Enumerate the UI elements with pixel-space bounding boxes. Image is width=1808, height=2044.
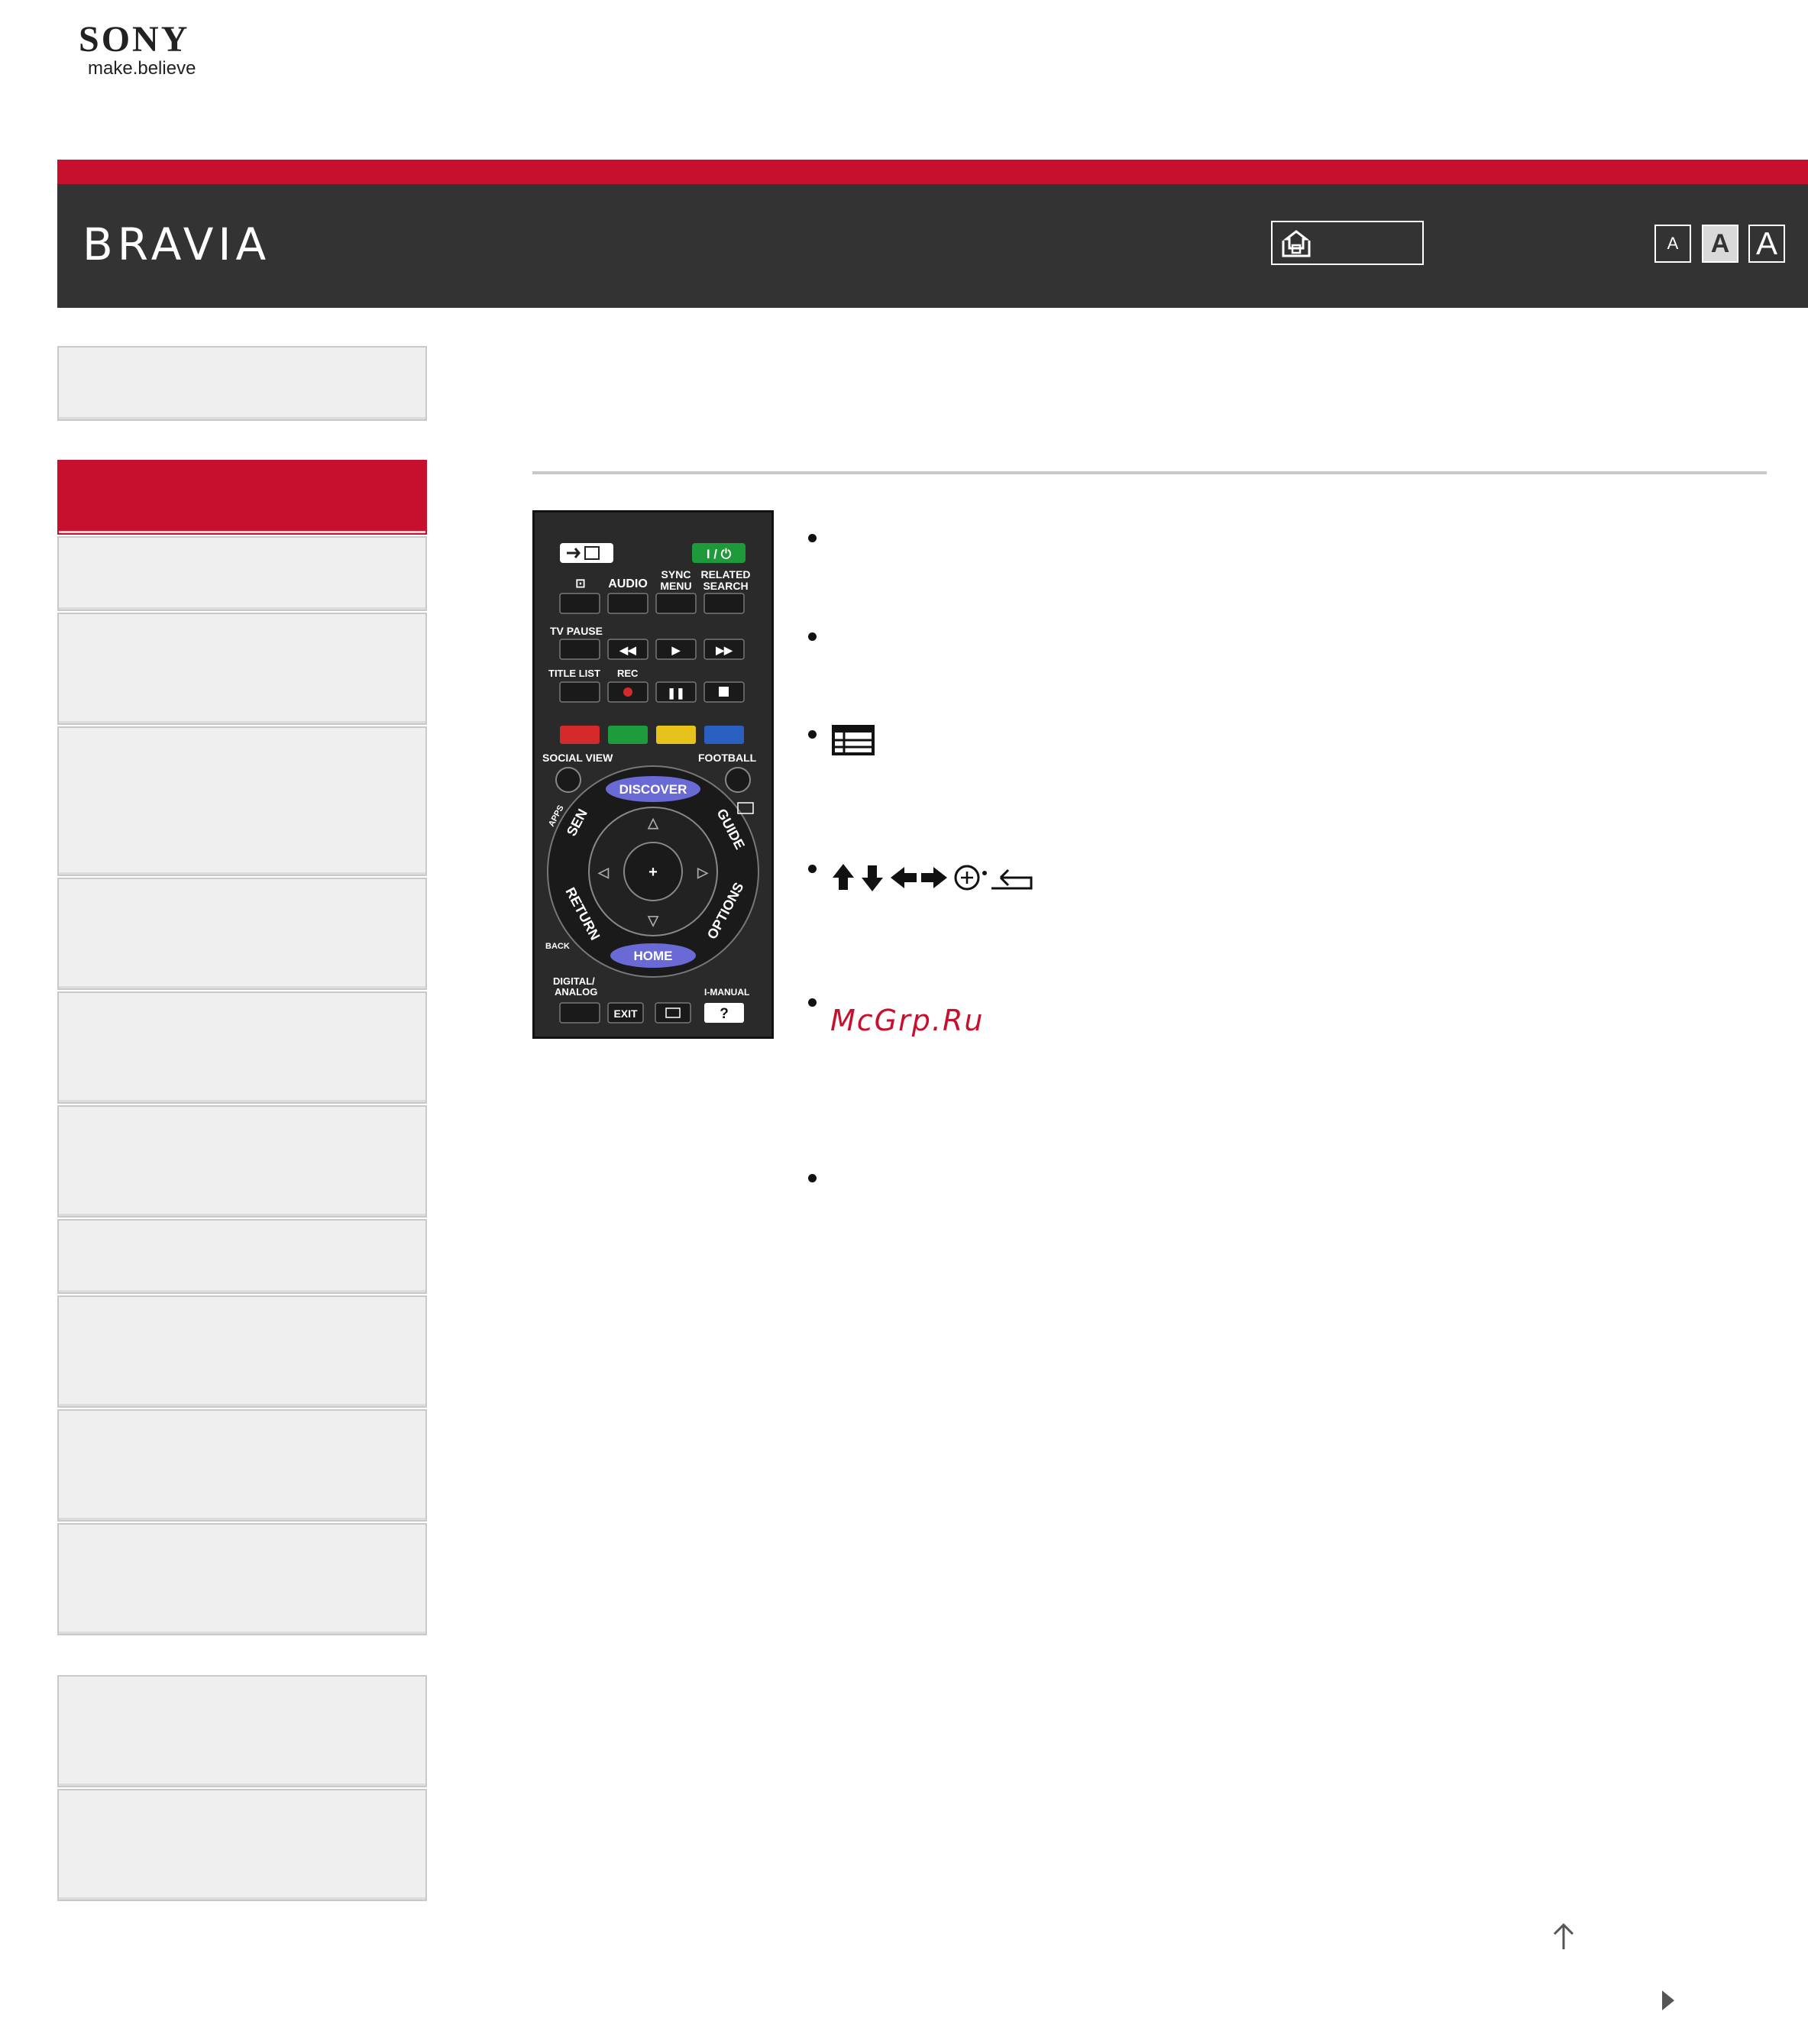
display-button[interactable] (655, 1002, 691, 1024)
header-accent-bar (57, 160, 1808, 184)
next-page-icon[interactable] (1659, 1989, 1677, 2012)
sidebar-item-11[interactable] (57, 1409, 427, 1522)
arrow-left-icon (891, 867, 917, 888)
label-digital: DIGITAL/ (553, 975, 595, 987)
arrow-up-icon (833, 864, 854, 890)
dpad-up-icon: △ (647, 815, 659, 830)
stop-icon (719, 687, 729, 697)
sidebar-item-7[interactable] (57, 991, 427, 1104)
enter-plus-icon (961, 872, 973, 884)
remote-control-illustration: I / ⏻ ⊡ AUDIO SYNC MENU RELATED SEARCH T… (532, 510, 774, 1039)
sidebar-item-9[interactable] (57, 1219, 427, 1294)
label-menu: MENU (660, 580, 691, 592)
blue-button[interactable] (704, 726, 744, 744)
back-to-top-icon[interactable] (1551, 1922, 1577, 1952)
header-bar (57, 184, 1808, 308)
label-discover: DISCOVER (619, 782, 687, 797)
sidebar-item-4[interactable] (57, 613, 427, 725)
label-back: BACK (545, 942, 570, 951)
return-icon (991, 868, 1033, 890)
bullet-6 (808, 1174, 817, 1182)
sidebar-item-13[interactable] (57, 1675, 427, 1787)
bullet-1 (808, 534, 817, 542)
print-share-button[interactable] (1271, 221, 1424, 265)
dpad-down-icon: ▽ (647, 913, 659, 928)
bullet-3 (808, 730, 817, 739)
dpad-right-icon: ▷ (697, 865, 709, 880)
pause-icon: ❚❚ (667, 687, 684, 700)
label-tv-pause: TV PAUSE (550, 625, 603, 637)
label-analog: ANALOG (555, 986, 597, 998)
label-search: SEARCH (703, 580, 748, 592)
label-help: ? (720, 1006, 729, 1022)
fast-forward-icon: ▶▶ (715, 644, 733, 656)
bullet-2 (808, 632, 817, 641)
sidebar-item-12[interactable] (57, 1523, 427, 1635)
font-size-large-button[interactable]: A (1748, 225, 1785, 263)
label-title-list: TITLE LIST (548, 668, 600, 679)
title-list-button[interactable] (559, 681, 600, 703)
label-i-manual: I-MANUAL (704, 987, 749, 998)
subtitle-icon: ⊡ (575, 577, 585, 590)
play-icon: ▶ (671, 644, 681, 656)
watermark-text: McGrp.Ru (830, 1004, 985, 1037)
dpad-left-icon: ◁ (597, 865, 610, 880)
football-button[interactable] (725, 767, 751, 793)
audio-button[interactable] (607, 593, 648, 614)
sync-menu-button[interactable] (655, 593, 697, 614)
label-audio: AUDIO (608, 577, 648, 590)
red-button[interactable] (560, 726, 600, 744)
logo-brand: SONY (79, 19, 190, 60)
yellow-button[interactable] (656, 726, 696, 744)
sidebar-item-10[interactable] (57, 1295, 427, 1408)
navigation-icons (833, 864, 1033, 891)
guide-list-icon (832, 725, 875, 755)
power-icon: I / ⏻ (707, 547, 732, 561)
related-search-button[interactable] (703, 593, 745, 614)
rewind-icon: ◀◀ (619, 644, 636, 656)
bullet-5 (808, 998, 817, 1007)
sidebar-item-14[interactable] (57, 1789, 427, 1901)
font-size-small-button[interactable]: A (1654, 225, 1691, 263)
green-button[interactable] (608, 726, 648, 744)
sidebar-item-2-active[interactable] (57, 460, 427, 535)
label-sync: SYNC (661, 568, 691, 581)
label-social-view: SOCIAL VIEW (542, 752, 613, 764)
arrow-down-icon (862, 865, 883, 891)
label-exit: EXIT (613, 1007, 638, 1020)
enter-icon: + (648, 864, 658, 881)
content-divider (532, 471, 1767, 474)
subtitle-button[interactable] (559, 593, 600, 614)
label-football: FOOTBALL (698, 752, 757, 764)
sidebar-item-5[interactable] (57, 726, 427, 876)
label-rec: REC (617, 668, 639, 679)
digital-analog-button[interactable] (559, 1002, 600, 1024)
social-view-button[interactable] (555, 767, 581, 793)
sidebar-item-6[interactable] (57, 878, 427, 990)
logo-tagline: make.believe (88, 58, 196, 79)
remote-svg: I / ⏻ ⊡ AUDIO SYNC MENU RELATED SEARCH T… (542, 543, 759, 1024)
sidebar-item-1[interactable] (57, 346, 427, 421)
upload-icon (1282, 230, 1311, 257)
tv-pause-button[interactable] (559, 639, 600, 660)
sony-logo: SONY make.believe (79, 21, 231, 82)
sidebar-item-3[interactable] (57, 536, 427, 611)
label-home: HOME (634, 949, 673, 963)
bullet-4 (808, 865, 817, 873)
label-related: RELATED (700, 568, 750, 581)
rec-icon (623, 687, 632, 697)
arrow-right-icon (921, 867, 947, 888)
product-title: BRAVIA (82, 218, 271, 270)
sidebar-item-8[interactable] (57, 1105, 427, 1218)
font-size-medium-button[interactable]: A (1702, 225, 1738, 263)
